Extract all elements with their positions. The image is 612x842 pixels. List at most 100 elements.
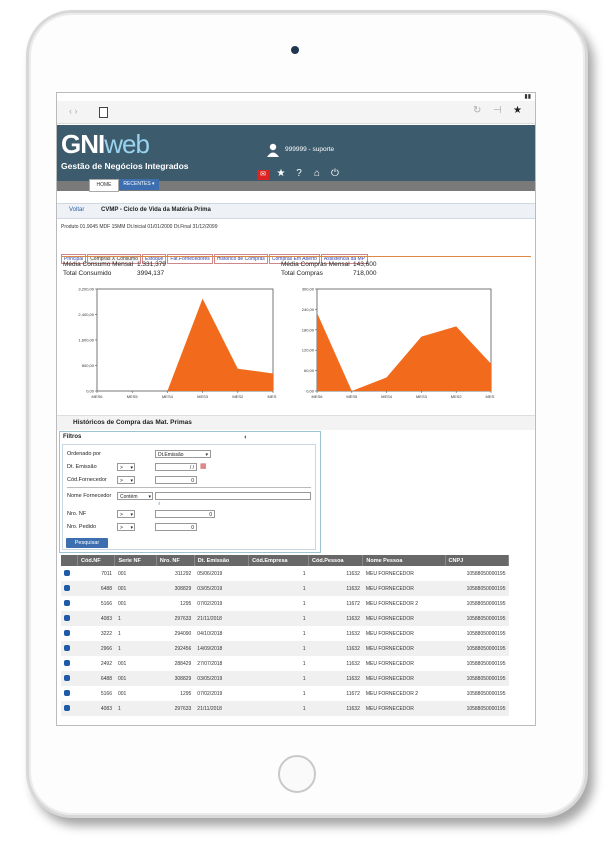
view-record-icon[interactable] xyxy=(64,689,70,696)
table-cell: MEU FORNECEDOR xyxy=(365,630,414,637)
share-icon[interactable]: ⊣ xyxy=(493,105,502,116)
column-header[interactable]: Cód.NF xyxy=(77,555,116,566)
x-tick-label: MES4 xyxy=(381,394,393,399)
table-row[interactable]: 4083 1 297633 21/11/2018 1 11632 MEU FORNECEDO… xyxy=(61,611,509,626)
table-cell: 10588050000195 xyxy=(466,660,506,667)
results-grid: Cód.NF Serie NF Nro. NF Dt. Emissão Cód.Empr… xyxy=(61,555,510,716)
tab-home[interactable]: HOME xyxy=(89,179,119,192)
y-tick-label: 0,00 xyxy=(86,389,95,394)
reload-icon[interactable]: ↻ xyxy=(473,105,481,116)
codforn-input[interactable]: 0 xyxy=(155,476,197,484)
nronf-op[interactable]: > ▾ xyxy=(117,510,135,518)
table-cell: 297633 xyxy=(156,611,195,626)
table-row[interactable]: 6488 001 308829 03/05/2019 1 11632 MEU FORNECE… xyxy=(61,581,509,596)
clear-filter-icon[interactable]: ◐ xyxy=(244,434,248,441)
table-row[interactable]: 2492 001 288429 27/07/2018 1 11632 MEU FORNECE… xyxy=(61,656,509,671)
table-cell: 001 xyxy=(117,600,127,607)
row-icon-cell xyxy=(61,566,78,581)
stat-label: Total Consumido xyxy=(63,270,112,277)
column-header[interactable]: CNPJ xyxy=(445,555,510,566)
battery-icon: ▮▮ xyxy=(524,94,531,100)
back-forward-icon[interactable]: ‹ › xyxy=(69,106,78,116)
nomeforn-op[interactable]: Contém ▾ xyxy=(117,492,153,500)
nropedido-input[interactable]: 0 xyxy=(155,523,197,531)
table-row[interactable]: 2966 1 292456 14/09/2018 1 11632 MEU FORNECEDO… xyxy=(61,641,509,656)
column-header[interactable]: Dt. Emissão xyxy=(194,555,250,566)
table-cell: 10588050000195 xyxy=(445,641,509,656)
table-cell: 297633 xyxy=(156,701,195,716)
table-row[interactable]: 7011 001 311292 05/06/2019 1 11632 MEU FORNECE… xyxy=(61,566,509,581)
codforn-op[interactable]: > ▾ xyxy=(117,476,135,484)
column-header[interactable]: Nro. NF xyxy=(156,555,195,566)
status-bar: ▮▮ xyxy=(57,93,535,101)
compras-chart: 0,00 60,00 120,00 180,00 240,00 300,00 MES6 MES… xyxy=(302,287,495,400)
table-cell: MEU FORNECEDOR xyxy=(365,570,414,577)
bookmark-star-icon[interactable]: ★ xyxy=(513,105,522,116)
table-cell: 4083 xyxy=(77,701,115,716)
camera xyxy=(291,46,299,54)
dtemissao-op[interactable]: > ▾ xyxy=(117,463,135,471)
filters-inner: Ordenado por Dt.Emissão ▾ Dt. Emissão > ▾ … xyxy=(62,444,316,550)
view-record-icon[interactable] xyxy=(64,644,70,651)
table-cell: 308829 xyxy=(156,671,195,686)
user-icon xyxy=(267,143,279,157)
x-tick-label: MES6 xyxy=(312,394,324,399)
ordenado-select[interactable]: Dt.Emissão ▾ xyxy=(155,450,211,458)
help-icon[interactable]: ? xyxy=(293,169,305,179)
y-tick-label: 800,00 xyxy=(82,363,95,368)
home-button[interactable] xyxy=(278,755,316,793)
table-row[interactable]: 5166 001 1295 07/02/2019 1 11672 MEU FORNECEDO… xyxy=(61,596,509,611)
codforn-label: Cód.Fornecedor xyxy=(67,477,107,483)
row-icon-cell xyxy=(61,641,78,656)
nronf-input[interactable]: 0 xyxy=(155,510,215,518)
view-record-icon[interactable] xyxy=(64,599,70,606)
view-record-icon[interactable] xyxy=(64,614,70,621)
view-record-icon[interactable] xyxy=(64,659,70,666)
table-cell: 10588050000195 xyxy=(466,570,506,577)
x-tick-label: MES5 xyxy=(346,394,358,399)
stat-value: 3994,137 xyxy=(137,270,165,277)
column-header[interactable]: Cód.Empresa xyxy=(248,555,310,566)
table-row[interactable]: 3222 1 294090 04/10/2018 1 11632 MEU FORNECEDO… xyxy=(61,626,509,641)
table-cell: 14/09/2018 xyxy=(194,641,249,656)
column-header[interactable]: Nome Pessoa xyxy=(362,555,446,566)
voltar-link[interactable]: Voltar xyxy=(69,207,84,213)
power-icon[interactable]: ⏻ xyxy=(329,169,341,179)
table-row[interactable]: 5166 001 1295 07/02/2019 1 11672 MEU FORNECEDO… xyxy=(61,686,509,701)
table-cell: 10588050000195 xyxy=(445,581,509,596)
view-record-icon[interactable] xyxy=(64,674,70,681)
nropedido-op[interactable]: > ▾ xyxy=(117,523,135,531)
column-header[interactable]: Cód.Pessoa xyxy=(308,555,364,566)
table-row[interactable]: 4083 1 297633 21/11/2018 1 11632 MEU FORNECEDO… xyxy=(61,701,509,716)
pesquisar-button[interactable]: Pesquisar xyxy=(66,538,108,548)
view-record-icon[interactable] xyxy=(64,584,70,591)
view-record-icon[interactable] xyxy=(64,629,70,636)
tab-recentes[interactable]: RECENTES ▾ xyxy=(119,179,159,190)
filter-divider xyxy=(67,487,311,488)
table-cell: 1 xyxy=(302,690,306,697)
table-cell: 10588050000195 xyxy=(445,611,509,626)
view-record-icon[interactable] xyxy=(64,704,70,711)
y-tick-label: 2,400,00 xyxy=(78,312,94,317)
row-icon-cell xyxy=(61,596,78,611)
address-field[interactable] xyxy=(99,107,108,118)
table-cell: 001 xyxy=(114,581,157,596)
nomeforn-input[interactable] xyxy=(155,492,311,500)
y-tick-label: 0,00 xyxy=(306,389,315,394)
y-tick-label: 3,200,00 xyxy=(78,287,94,292)
mail-icon[interactable]: ✉ xyxy=(257,170,269,180)
table-cell: 10588050000195 xyxy=(466,600,506,607)
calendar-icon[interactable]: ▦ xyxy=(200,462,207,470)
column-header[interactable]: Serie NF xyxy=(114,555,157,566)
screen: ▮▮ ‹ › ↻ ⊣ ★ GNIweb Gestão de Negócios I… xyxy=(56,92,536,726)
home-icon[interactable]: ⌂ xyxy=(311,169,323,179)
dtemissao-input[interactable]: / / xyxy=(155,463,197,471)
x-tick-label: MES4 xyxy=(162,394,174,399)
star-icon[interactable]: ★ xyxy=(275,169,287,179)
table-cell: 1 xyxy=(248,611,309,626)
y-tick-label: 1,600,00 xyxy=(78,338,94,343)
view-record-icon[interactable] xyxy=(64,569,70,576)
table-cell: 5166 xyxy=(100,600,112,607)
table-row[interactable]: 6488 001 308829 03/05/2019 1 11632 MEU FORNECE… xyxy=(61,671,509,686)
subtabs-divider xyxy=(61,256,531,257)
